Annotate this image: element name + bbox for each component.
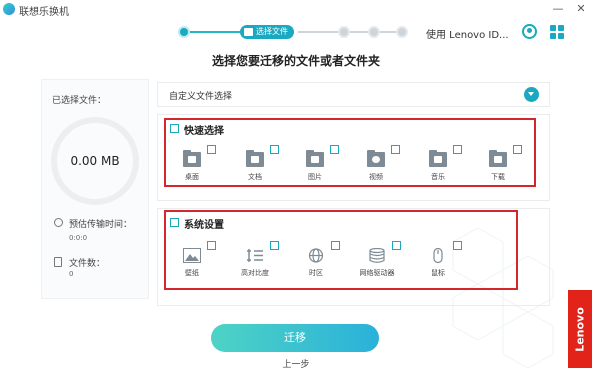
quick-item-label: 音乐 — [431, 173, 445, 181]
document-icon — [54, 257, 62, 267]
quick-select-checkbox[interactable] — [170, 124, 179, 133]
chevron-down-icon[interactable] — [524, 87, 539, 102]
system-settings-checkbox[interactable] — [170, 218, 179, 227]
setting-item-checkbox[interactable] — [392, 241, 401, 250]
setting-item-label: 鼠标 — [431, 269, 445, 277]
page-title: 选择您要迁移的文件或者文件夹 — [211, 54, 380, 68]
step-1-done-icon — [178, 26, 190, 38]
window-title: 联想乐换机 — [19, 7, 69, 18]
desktop-folder-icon — [183, 150, 201, 167]
step-line-done — [184, 31, 244, 33]
minimize-button[interactable]: — — [547, 0, 569, 20]
migrate-button[interactable]: 迁移 — [211, 324, 379, 352]
music-folder-icon — [429, 150, 447, 167]
quick-item-label: 文档 — [248, 173, 262, 181]
lenovo-logo-text: Lenovo — [573, 307, 587, 352]
setting-item-checkbox[interactable] — [270, 241, 279, 250]
custom-select-label: 自定义文件选择 — [169, 92, 233, 102]
quick-item-label: 视频 — [369, 173, 383, 181]
mouse-icon — [433, 248, 443, 263]
step-3-icon — [338, 26, 350, 38]
selected-size-value: 0.00 MB — [70, 154, 120, 168]
network-drive-icon — [369, 248, 385, 263]
est-time-value: 0:0:0 — [69, 234, 88, 242]
step-4-icon — [368, 26, 380, 38]
user-icon[interactable] — [522, 24, 537, 39]
est-time-label: 预估传输时间： — [69, 220, 133, 230]
downloads-folder-icon — [489, 150, 507, 167]
quick-select-title: 快速选择 — [184, 126, 224, 137]
quick-item-label: 图片 — [308, 173, 322, 181]
step-line-pending — [298, 31, 402, 33]
app-logo-icon — [3, 3, 15, 15]
lenovo-brand-band: Lenovo — [568, 290, 592, 368]
clock-icon — [54, 218, 63, 227]
step-active-label: 选择文件 — [256, 27, 288, 36]
custom-file-select[interactable]: 自定义文件选择 — [157, 82, 550, 107]
quick-item-checkbox[interactable] — [330, 145, 339, 154]
step-5-icon — [396, 26, 408, 38]
setting-item-checkbox[interactable] — [207, 241, 216, 250]
previous-step-link[interactable]: 上一步 — [0, 357, 592, 368]
file-icon — [244, 28, 253, 36]
setting-item-checkbox[interactable] — [331, 241, 340, 250]
setting-item-checkbox[interactable] — [453, 241, 462, 250]
lenovo-id-link[interactable]: 使用 Lenovo ID... — [426, 26, 509, 41]
quick-item-checkbox[interactable] — [270, 145, 279, 154]
step-2-active: 选择文件 — [240, 25, 294, 39]
setting-item-label: 网络驱动器 — [359, 269, 395, 277]
wallpaper-icon — [183, 248, 201, 263]
videos-folder-icon — [367, 150, 385, 167]
quick-item-checkbox[interactable] — [453, 145, 462, 154]
apps-grid-icon[interactable] — [550, 25, 564, 39]
pictures-folder-icon — [306, 150, 324, 167]
setting-item-label: 壁纸 — [185, 269, 199, 277]
setting-item-label: 高对比度 — [241, 269, 269, 277]
title-bar: 联想乐换机 — ✕ — [0, 0, 592, 20]
quick-item-checkbox[interactable] — [513, 145, 522, 154]
selection-summary-panel: 已选择文件： 0.00 MB 预估传输时间： 0:0:0 文件数： 0 — [41, 79, 149, 299]
globe-icon — [308, 248, 324, 263]
quick-item-checkbox[interactable] — [391, 145, 400, 154]
progress-stepper: 选择文件 — [178, 25, 408, 39]
contrast-icon — [247, 249, 263, 262]
system-settings-title: 系统设置 — [184, 220, 224, 231]
documents-folder-icon — [246, 150, 264, 167]
file-count-value: 0 — [69, 270, 74, 278]
selected-files-label: 已选择文件： — [52, 96, 107, 106]
quick-item-checkbox[interactable] — [207, 145, 216, 154]
quick-item-label: 桌面 — [185, 173, 199, 181]
quick-item-label: 下载 — [491, 173, 505, 181]
file-count-label: 文件数： — [69, 259, 106, 269]
setting-item-label: 时区 — [309, 269, 323, 277]
close-button[interactable]: ✕ — [570, 0, 592, 20]
